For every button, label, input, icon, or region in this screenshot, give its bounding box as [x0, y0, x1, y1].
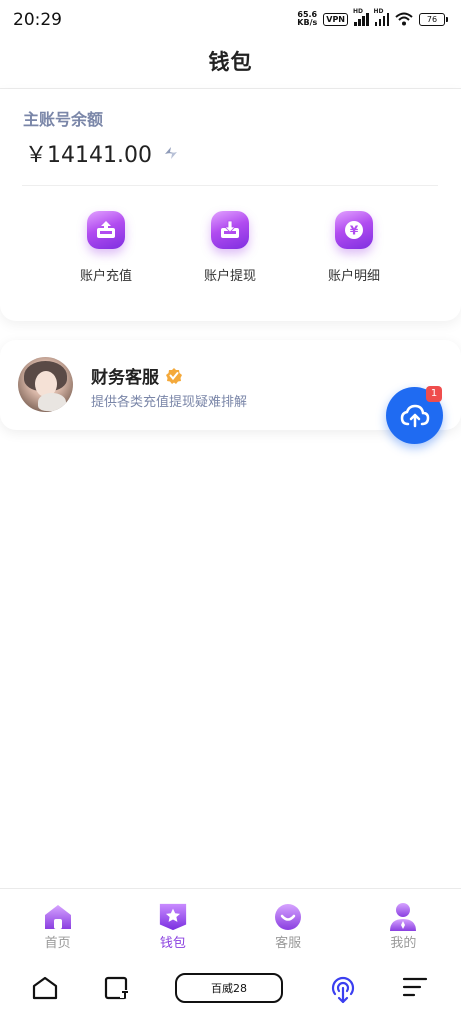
- wallet-card: 主账号余额 ￥14141.00 账户充值 账户提现 ¥ 账户明细: [0, 89, 461, 321]
- smile-icon: [273, 902, 303, 932]
- wifi-icon: [395, 12, 413, 26]
- wallet-actions: 账户充值 账户提现 ¥ 账户明细: [44, 211, 416, 284]
- system-navigation-bar: 百威28: [0, 955, 461, 1024]
- notification-badge: 1: [426, 386, 442, 402]
- person-icon: [388, 902, 418, 932]
- withdraw-icon: [211, 211, 249, 249]
- card-divider: [22, 185, 438, 186]
- tab-home-label: 首页: [44, 936, 71, 951]
- network-speed: 65.6 KB/s: [297, 10, 318, 27]
- balance-row: ￥14141.00: [25, 137, 180, 169]
- details-label: 账户明细: [327, 269, 380, 284]
- recent-apps-icon[interactable]: [104, 976, 130, 1000]
- bottom-tab-bar: 首页 钱包 客服 我的: [0, 888, 461, 955]
- withdraw-label: 账户提现: [203, 269, 256, 284]
- verified-badge-icon: [166, 367, 182, 384]
- tab-mine-label: 我的: [390, 936, 417, 951]
- system-home-icon[interactable]: [32, 976, 58, 1000]
- status-bar: 20:29 65.6 KB/s VPN HD HD 76: [0, 0, 461, 40]
- yuan-details-icon: ¥: [335, 211, 373, 249]
- support-name-row: 财务客服: [91, 363, 183, 388]
- deposit-label: 账户充值: [79, 269, 132, 284]
- details-button[interactable]: ¥ 账户明细: [292, 211, 416, 284]
- support-description: 提供各类充值提现疑难排解: [91, 395, 248, 410]
- status-icons: 65.6 KB/s VPN HD HD 76: [297, 8, 448, 27]
- tab-support-label: 客服: [275, 936, 302, 951]
- wallet-star-icon: [158, 902, 188, 932]
- tab-mine[interactable]: 我的: [346, 889, 461, 955]
- signal-icon: HD: [353, 8, 369, 26]
- tab-wallet-label: 钱包: [159, 936, 186, 951]
- balance-amount: ￥14141.00: [25, 143, 152, 168]
- vpn-icon: VPN: [323, 12, 348, 26]
- tab-wallet[interactable]: 钱包: [115, 889, 230, 955]
- cloud-upload-icon: [400, 404, 429, 427]
- tab-support[interactable]: 客服: [231, 889, 346, 955]
- app-switcher-pill[interactable]: 百威28: [175, 973, 283, 1003]
- signal-icon-2: HD: [374, 8, 389, 26]
- svg-text:¥: ¥: [350, 224, 359, 238]
- avatar: [18, 357, 73, 412]
- withdraw-button[interactable]: 账户提现: [168, 211, 292, 284]
- menu-icon[interactable]: [402, 976, 428, 998]
- refresh-icon[interactable]: [162, 144, 180, 162]
- deposit-icon: [87, 211, 125, 249]
- deposit-button[interactable]: 账户充值: [44, 211, 168, 284]
- broadcast-icon[interactable]: [330, 976, 356, 1004]
- balance-label: 主账号余额: [23, 110, 104, 129]
- support-name: 财务客服: [91, 368, 159, 388]
- battery-icon: 76: [419, 12, 448, 26]
- tab-home[interactable]: 首页: [0, 889, 115, 955]
- page-title: 钱包: [208, 50, 253, 74]
- status-time: 20:29: [13, 10, 62, 30]
- home-icon: [43, 902, 73, 932]
